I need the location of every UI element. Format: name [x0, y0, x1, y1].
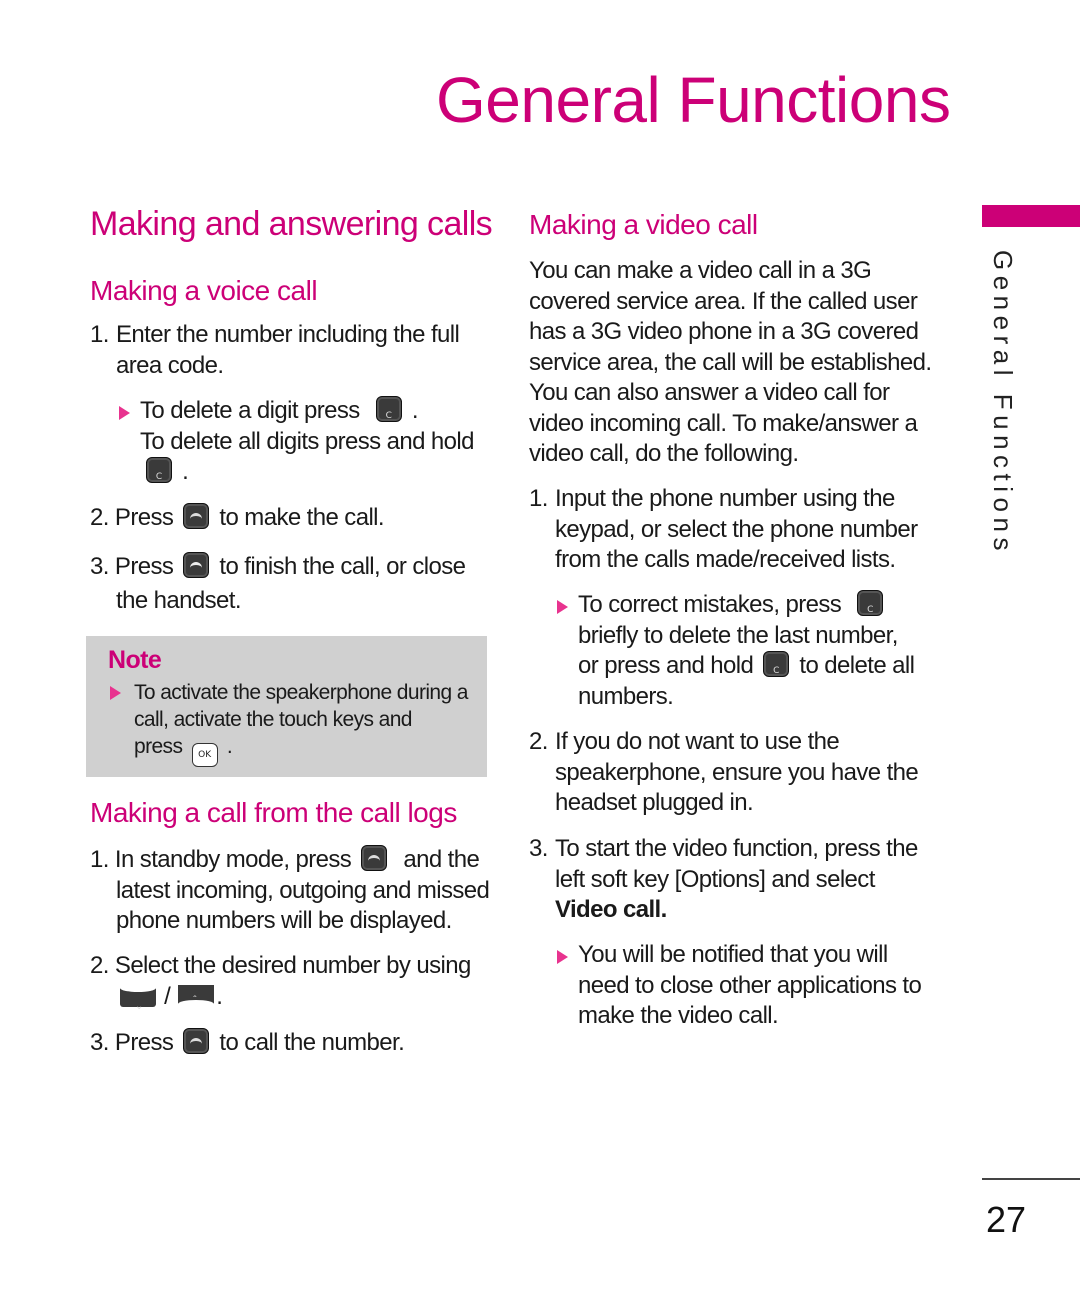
step-text: If you do not want to use the — [555, 728, 840, 755]
bullet-arrow-icon — [557, 950, 568, 964]
bullet-text: make the video call. — [578, 1002, 779, 1029]
step-number: 2. — [529, 728, 548, 755]
intro-line: video call, do the following. — [529, 440, 799, 467]
note-line: call, activate the touch keys and — [134, 708, 412, 731]
nav-down-key-icon: ⌄ — [120, 983, 156, 1012]
intro-line: covered service area. If the called user — [529, 287, 918, 315]
bullet-text: or press and hold — [578, 652, 754, 679]
step-text: In standby mode, press — [114, 846, 352, 873]
send-key-icon — [361, 845, 388, 871]
step-text-cont: the handset. — [116, 586, 242, 614]
step-text: Press — [114, 1029, 174, 1056]
logs-step-1: 1. In standby mode, press and the latest… — [90, 845, 500, 937]
step-number: 2. — [90, 504, 109, 531]
step-text: Press — [114, 504, 174, 531]
step-number: 1. — [529, 485, 548, 512]
voice-step-3: 3. Press to finish the call, or close th… — [90, 552, 490, 616]
punctuation: . — [216, 982, 223, 1010]
punctuation: . — [411, 397, 419, 424]
step-text: Input the phone number using the — [555, 485, 895, 512]
bullet-arrow-icon — [110, 686, 121, 700]
step-number: 3. — [90, 553, 109, 580]
note-line: To activate the speakerphone during a — [134, 681, 468, 704]
menu-item-reference: Video call. — [555, 896, 667, 923]
step-text-cont: latest incoming, outgoing and missed — [116, 876, 490, 904]
section-title: Making and answering calls — [90, 205, 493, 243]
voice-step-2: 2. Press to make the call. — [90, 503, 490, 534]
video-bullet-2: You will be notified that you will need … — [578, 940, 938, 1032]
note-title: Note — [108, 646, 162, 674]
note-line: press — [134, 735, 183, 758]
send-key-icon — [183, 1028, 210, 1054]
video-step-1: 1. Input the phone number using the keyp… — [529, 484, 939, 576]
step-text-cont: area code. — [116, 351, 224, 379]
voice-bullet: To delete a digit press C . To delete al… — [140, 396, 490, 488]
bullet-arrow-icon — [557, 600, 568, 614]
step-text: Select the desired number by using — [114, 952, 471, 979]
clear-key-icon: C — [857, 590, 884, 616]
video-bullet-1: To correct mistakes, press C briefly to … — [578, 590, 938, 712]
note-text: To activate the speakerphone during a ca… — [134, 679, 474, 767]
step-number: 1. — [90, 846, 109, 873]
intro-line: has a 3G video phone in a 3G covered — [529, 318, 919, 345]
video-call-heading: Making a video call — [529, 209, 758, 240]
bullet-text: To delete a digit press — [140, 397, 360, 424]
step-text: To start the video function, press the — [555, 835, 918, 862]
video-step-2: 2. If you do not want to use the speaker… — [529, 727, 939, 819]
clear-key-icon: C — [763, 651, 790, 677]
step-text-end: and the — [403, 846, 480, 873]
step-text: from the calls made/received lists. — [555, 546, 896, 573]
bullet-text-cont: To delete all digits press and hold — [140, 427, 475, 455]
clear-key-icon: C — [375, 396, 402, 422]
end-key-icon — [183, 552, 210, 578]
ok-key-icon: OK — [191, 743, 218, 767]
side-tab-label: General Functions — [988, 250, 1018, 556]
step-text: Press — [114, 553, 174, 580]
step-text: Enter the number including the full — [116, 321, 460, 348]
page-title: General Functions — [436, 64, 951, 136]
intro-line: You can also answer a video call for — [529, 379, 890, 406]
video-step-3: 3. To start the video function, press th… — [529, 834, 939, 926]
logs-step-2: 2. Select the desired number by using ⌄ … — [90, 951, 500, 1012]
side-tab-accent-bar — [982, 205, 1080, 227]
video-intro: You can make a video call in a 3G covere… — [529, 256, 939, 470]
punctuation: . — [226, 735, 233, 758]
step-number: 1. — [90, 321, 109, 348]
step-text-end: to make the call. — [219, 504, 384, 531]
step-text: speakerphone, ensure you have the — [555, 758, 919, 786]
footer-rule — [982, 1178, 1080, 1180]
separator: / — [164, 982, 171, 1010]
bullet-text: You will be notified that you will — [578, 941, 888, 968]
voice-call-heading: Making a voice call — [90, 275, 318, 306]
step-text: left soft key [Options] and select — [555, 865, 875, 893]
intro-line: You can make a video call in a 3G — [529, 257, 872, 284]
call-logs-heading: Making a call from the call logs — [90, 797, 457, 828]
step-text-end: to call the number. — [219, 1029, 405, 1056]
intro-line: service area, the call will be establish… — [529, 348, 932, 376]
step-text-end: to finish the call, or close — [219, 553, 466, 580]
step-text: headset plugged in. — [555, 789, 754, 816]
voice-step-1: 1. Enter the number including the full a… — [90, 320, 490, 381]
page-number: 27 — [986, 1199, 1027, 1240]
bullet-arrow-icon — [119, 406, 130, 420]
bullet-text: to delete all — [799, 652, 915, 679]
punctuation: . — [182, 458, 189, 485]
logs-step-3: 3. Press to call the number. — [90, 1028, 500, 1059]
step-number: 2. — [90, 952, 109, 979]
step-text-cont: phone numbers will be displayed. — [116, 907, 452, 934]
bullet-text: To correct mistakes, press — [578, 591, 842, 618]
step-number: 3. — [529, 835, 548, 862]
nav-up-key-icon: ˆ — [178, 984, 215, 1008]
clear-key-icon: C — [146, 457, 172, 483]
intro-line: video incoming call. To make/answer a — [529, 409, 918, 437]
bullet-text: briefly to delete the last number, — [578, 621, 898, 649]
step-text: keypad, or select the phone number — [555, 515, 918, 543]
send-key-icon — [183, 503, 210, 529]
step-number: 3. — [90, 1029, 109, 1056]
bullet-text: need to close other applications to — [578, 971, 922, 999]
bullet-text: numbers. — [578, 682, 674, 710]
